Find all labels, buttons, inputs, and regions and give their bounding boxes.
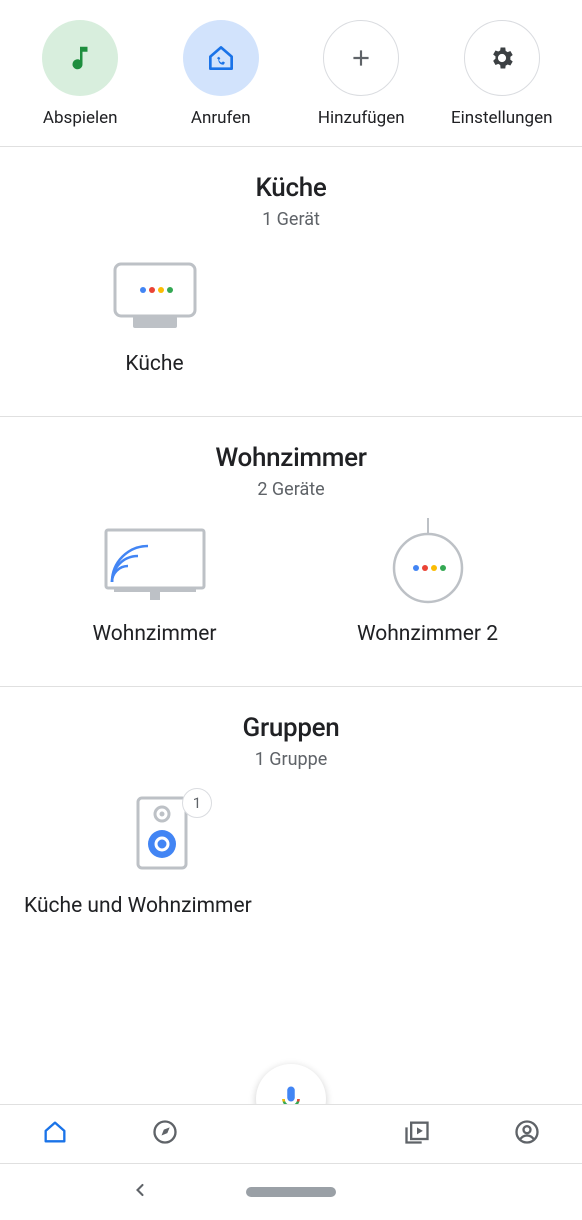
nav-account[interactable] (513, 1118, 541, 1150)
speaker-group-icon: 1 (134, 794, 190, 876)
call-action[interactable]: Anrufen (151, 20, 292, 128)
room-title: Wohnzimmer (0, 443, 582, 473)
room-subtitle: 2 Geräte (0, 479, 582, 500)
home-phone-icon (183, 20, 259, 96)
room-subtitle: 1 Gerät (0, 209, 582, 230)
groups-section: Gruppen 1 Gruppe 1 Küche und Wohnzimmer (0, 687, 582, 998)
groups-subtitle: 1 Gruppe (0, 749, 582, 770)
add-label: Hinzufügen (318, 108, 405, 128)
nest-hub-icon (109, 254, 201, 334)
gear-icon (464, 20, 540, 96)
group-label: Küche und Wohnzimmer (24, 894, 252, 918)
nav-discover[interactable] (151, 1118, 179, 1150)
music-note-icon (42, 20, 118, 96)
device-label: Wohnzimmer 2 (357, 622, 498, 646)
compass-icon (151, 1118, 179, 1146)
device-chromecast-tv[interactable]: Wohnzimmer (18, 524, 291, 646)
call-label: Anrufen (191, 108, 251, 128)
settings-label: Einstellungen (451, 108, 553, 128)
groups-title: Gruppen (0, 713, 582, 743)
system-back-button[interactable] (130, 1180, 150, 1204)
home-icon (41, 1118, 69, 1146)
play-label: Abspielen (43, 108, 118, 128)
room-title: Küche (0, 173, 582, 203)
add-action[interactable]: Hinzufügen (291, 20, 432, 128)
device-label: Wohnzimmer (92, 622, 216, 646)
play-action[interactable]: Abspielen (10, 20, 151, 128)
device-nest-hub[interactable]: Küche (18, 254, 291, 376)
speaker-group[interactable]: 1 Küche und Wohnzimmer (18, 794, 564, 918)
tv-cast-icon (100, 524, 210, 604)
room-section-livingroom: Wohnzimmer 2 Geräte Wohnzimmer (0, 417, 582, 686)
system-home-pill[interactable] (246, 1187, 336, 1197)
device-nest-mini[interactable]: Wohnzimmer 2 (291, 524, 564, 646)
chevron-left-icon (130, 1180, 150, 1200)
nest-mini-icon (388, 524, 468, 604)
device-label: Küche (125, 352, 183, 376)
system-nav-bar (0, 1164, 582, 1220)
account-icon (513, 1118, 541, 1146)
quick-actions-row: Abspielen Anrufen Hinzufügen Einstellung… (0, 0, 582, 146)
room-section-kitchen: Küche 1 Gerät Küche (0, 147, 582, 416)
plus-icon (323, 20, 399, 96)
nav-media[interactable] (403, 1118, 431, 1150)
settings-action[interactable]: Einstellungen (432, 20, 573, 128)
nav-home[interactable] (41, 1118, 69, 1150)
group-count-badge: 1 (182, 788, 212, 818)
media-library-icon (403, 1118, 431, 1146)
bottom-nav (0, 1104, 582, 1164)
